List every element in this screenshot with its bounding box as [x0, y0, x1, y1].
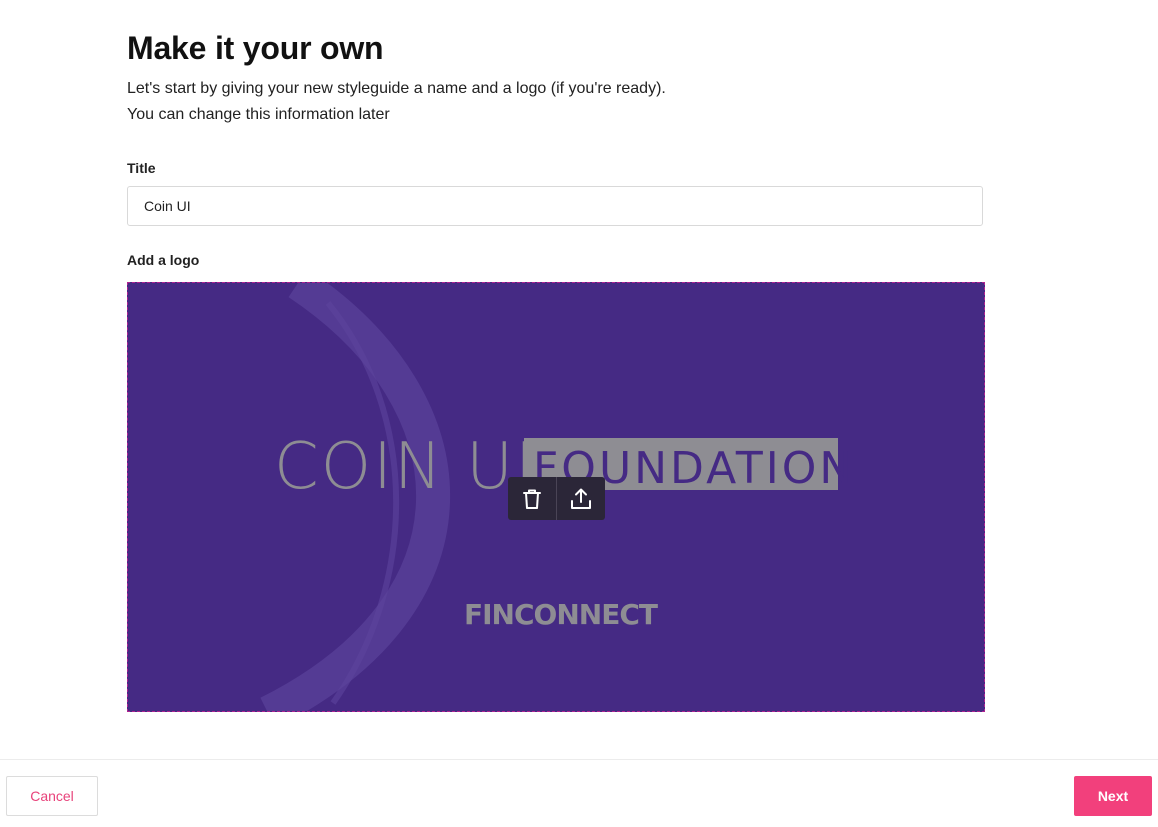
logo-sub-brand: FINCONNECT [464, 598, 658, 631]
cancel-button[interactable]: Cancel [6, 776, 98, 816]
page-title: Make it your own [127, 30, 384, 66]
onboarding-page: Make it your own Let's start by giving y… [0, 0, 1158, 827]
logo-label: Add a logo [127, 252, 200, 268]
footer-divider [0, 759, 1158, 760]
logo-dropzone[interactable]: COIN UI FOUNDATION FINCONNECT [127, 282, 985, 712]
delete-logo-button[interactable] [508, 477, 556, 520]
subtitle-line-2: You can change this information later [127, 106, 390, 123]
trash-icon [523, 489, 541, 509]
next-button[interactable]: Next [1074, 776, 1152, 816]
title-input[interactable] [127, 186, 983, 226]
upload-logo-button[interactable] [556, 477, 605, 520]
subtitle-line-1: Let's start by giving your new styleguid… [127, 80, 666, 97]
page-subtitle: Let's start by giving your new styleguid… [127, 76, 666, 128]
logo-brand-left: COIN UI [274, 430, 536, 504]
title-label: Title [127, 160, 156, 176]
logo-toolbar [508, 477, 605, 520]
upload-icon [571, 488, 591, 509]
